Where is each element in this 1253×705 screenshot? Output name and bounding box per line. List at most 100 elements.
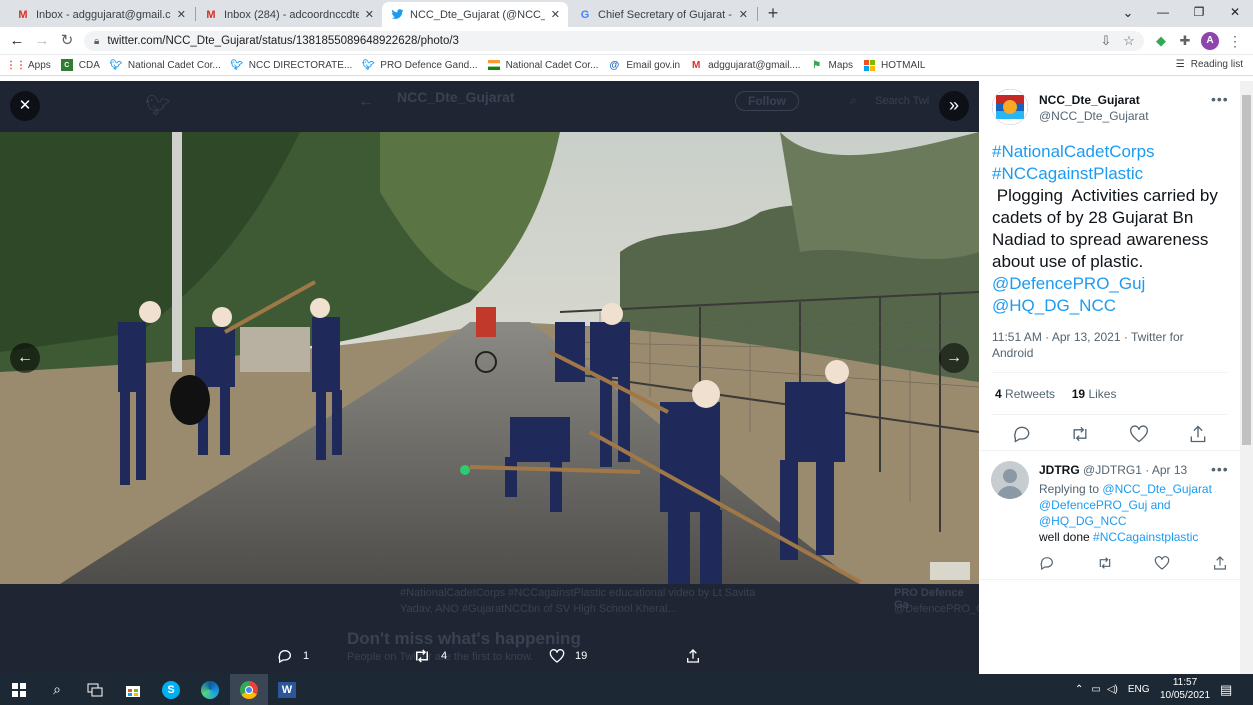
bookmark-email-gov[interactable]: @ Email gov.in xyxy=(608,59,681,71)
store-icon[interactable] xyxy=(114,674,152,705)
url-bar[interactable]: 🔒︎ twitter.com/NCC_Dte_Gujarat/status/13… xyxy=(84,31,1144,51)
tab-gmail-inbox-1[interactable]: M Inbox - adggujarat@gmail.com - ✕ xyxy=(8,2,194,27)
retweet-button[interactable]: 4 xyxy=(413,648,447,664)
tab-gmail-inbox-2[interactable]: M Inbox (284) - adcoordnccdtegujar ✕ xyxy=(196,2,382,27)
gmail-icon: M xyxy=(691,59,701,71)
network-icon[interactable]: ▭ xyxy=(1091,684,1100,695)
bookmark-apps[interactable]: ⋮⋮ Apps xyxy=(6,59,51,71)
bookmark-ncc-1[interactable]: 🐦︎ National Cadet Cor... xyxy=(110,59,221,71)
share-icon[interactable] xyxy=(1212,555,1228,571)
extension-icon[interactable]: ◆ xyxy=(1152,32,1170,50)
reload-button[interactable]: ↻ xyxy=(57,31,77,51)
retweet-icon[interactable] xyxy=(1097,555,1113,571)
bookmark-star-icon[interactable]: ☆ xyxy=(1120,32,1138,50)
hashtag-link[interactable]: #NCCagainstPlastic xyxy=(992,164,1143,183)
close-window-button[interactable]: ✕ xyxy=(1217,0,1253,25)
language-indicator[interactable]: ENG xyxy=(1128,684,1150,695)
forward-button[interactable]: → xyxy=(32,31,52,51)
bookmark-ncc-2[interactable]: National Cadet Cor... xyxy=(487,59,598,71)
reply-icon[interactable] xyxy=(1012,424,1032,444)
bookmark-hotmail[interactable]: HOTMAIL xyxy=(863,59,925,71)
menu-dots-icon[interactable]: ⋮ xyxy=(1226,32,1244,50)
install-app-icon[interactable]: ⇩ xyxy=(1097,32,1115,50)
share-button[interactable] xyxy=(685,648,711,664)
tweet-author-name[interactable]: NCC_Dte_Gujarat xyxy=(1039,93,1140,107)
scrollbar-thumb[interactable] xyxy=(1242,95,1251,445)
maps-icon: ⚑ xyxy=(812,59,822,71)
heart-icon[interactable] xyxy=(1154,555,1170,571)
chevron-up-icon[interactable]: ⌃ xyxy=(1075,684,1083,695)
bookmark-maps[interactable]: ⚑ Maps xyxy=(811,59,853,71)
reply-icon xyxy=(278,650,291,664)
tab-search-icon[interactable]: ⌄ xyxy=(1110,0,1146,25)
twitter-icon: 🐦︎ xyxy=(109,59,123,71)
word-icon[interactable]: W xyxy=(268,674,306,705)
like-stat[interactable]: 19 Likes xyxy=(1072,387,1117,401)
close-viewer-button[interactable]: ✕ xyxy=(10,91,40,121)
retweet-stat[interactable]: 4 Retweets xyxy=(995,387,1055,401)
bg-follow-button: Follow xyxy=(735,91,799,111)
heart-icon[interactable] xyxy=(1129,424,1149,444)
close-tab-icon[interactable]: ✕ xyxy=(551,8,560,21)
bg-search-text: Search Twi xyxy=(875,95,930,107)
default-avatar[interactable] xyxy=(991,461,1029,499)
share-icon xyxy=(687,649,699,663)
back-button[interactable]: ← xyxy=(7,31,27,51)
tab-google-search[interactable]: G Chief Secretary of Gujarat - Goog ✕ xyxy=(570,2,756,27)
new-tab-button[interactable]: + xyxy=(764,4,782,22)
minimize-button[interactable]: — xyxy=(1145,0,1181,25)
browser-tab-bar: M Inbox - adggujarat@gmail.com - ✕ M Inb… xyxy=(0,0,1253,27)
tab-twitter-active[interactable]: NCC_Dte_Gujarat (@NCC_Dte_Gu ✕ xyxy=(382,2,568,27)
close-tab-icon[interactable]: ✕ xyxy=(177,8,186,21)
expand-sidebar-button[interactable]: » xyxy=(939,91,969,121)
volume-icon[interactable]: ◁) xyxy=(1107,684,1118,695)
tweet-author-handle[interactable]: @NCC_Dte_Gujarat xyxy=(1039,109,1149,123)
page-scrollbar[interactable] xyxy=(1240,81,1253,674)
windows-taskbar: ⌕ S W ⌃ ▭ ◁) ENG 11:57 10/05/2021 ▤ xyxy=(0,674,1253,705)
next-photo-button[interactable]: → xyxy=(939,343,969,373)
hashtag-link[interactable]: #NationalCadetCorps xyxy=(992,142,1155,161)
maximize-button[interactable]: ❐ xyxy=(1181,0,1217,25)
lock-icon: 🔒︎ xyxy=(94,35,100,47)
reply-icon[interactable] xyxy=(1039,555,1055,571)
at-sign-icon: @ xyxy=(609,59,620,71)
mention-link[interactable]: @DefencePRO_Guj xyxy=(992,274,1145,293)
more-options-icon[interactable]: ••• xyxy=(1211,91,1229,107)
edge-icon[interactable] xyxy=(191,674,229,705)
more-options-icon[interactable]: ••• xyxy=(1211,461,1229,477)
bookmark-ncc-directorate[interactable]: 🐦︎ NCC DIRECTORATE... xyxy=(230,59,352,71)
profile-avatar[interactable]: A xyxy=(1201,32,1219,50)
reading-list-button[interactable]: ☰ Reading list xyxy=(1176,59,1243,70)
retweet-icon[interactable] xyxy=(1070,424,1090,444)
bookmark-pro-defence[interactable]: 🐦︎ PRO Defence Gand... xyxy=(361,59,478,71)
bg-header-title: NCC_Dte_Gujarat xyxy=(397,89,515,105)
ncc-logo-avatar[interactable] xyxy=(992,89,1028,125)
tweet-photo xyxy=(0,132,979,584)
taskbar-clock[interactable]: 11:57 10/05/2021 xyxy=(1155,676,1215,702)
skype-icon[interactable]: S xyxy=(152,674,190,705)
reply-author[interactable]: JDTRG @JDTRG1 · Apr 13 xyxy=(1039,463,1187,477)
extensions-puzzle-icon[interactable]: ✚ xyxy=(1176,32,1194,50)
system-tray[interactable]: ⌃ ▭ ◁) ENG xyxy=(1075,674,1150,705)
chrome-icon[interactable] xyxy=(230,674,268,705)
bg-caption-line-1: #NationalCadetCorps #NCCagainstPlastic e… xyxy=(400,587,756,599)
search-icon[interactable]: ⌕ xyxy=(38,674,76,705)
reply-button[interactable]: 1 xyxy=(277,648,309,664)
bookmark-gmail[interactable]: Madggujarat@gmail.... xyxy=(690,59,801,71)
india-flag-icon xyxy=(487,59,500,71)
task-view-icon[interactable] xyxy=(76,674,114,705)
like-button[interactable]: 19 xyxy=(549,648,587,664)
previous-photo-button[interactable]: ← xyxy=(10,343,40,373)
close-tab-icon[interactable]: ✕ xyxy=(365,8,374,21)
start-button[interactable] xyxy=(0,674,38,705)
photo-viewer: 🐦︎ ← NCC_Dte_Gujarat Follow ⌕ Search Twi… xyxy=(0,81,979,674)
reply-tweet[interactable]: JDTRG @JDTRG1 · Apr 13 ••• Replying to @… xyxy=(979,450,1240,580)
share-icon[interactable] xyxy=(1188,424,1208,444)
twitter-icon: 🐦︎ xyxy=(230,59,244,71)
tweet-timestamp[interactable]: 11:51 AM · Apr 13, 2021 · Twitter for An… xyxy=(992,329,1222,361)
notifications-icon[interactable]: ▤ xyxy=(1220,674,1232,705)
bookmark-cda[interactable]: C CDA xyxy=(60,59,100,71)
close-tab-icon[interactable]: ✕ xyxy=(739,8,748,21)
mention-link[interactable]: @HQ_DG_NCC xyxy=(992,296,1116,315)
twitter-icon: 🐦︎ xyxy=(361,59,375,71)
